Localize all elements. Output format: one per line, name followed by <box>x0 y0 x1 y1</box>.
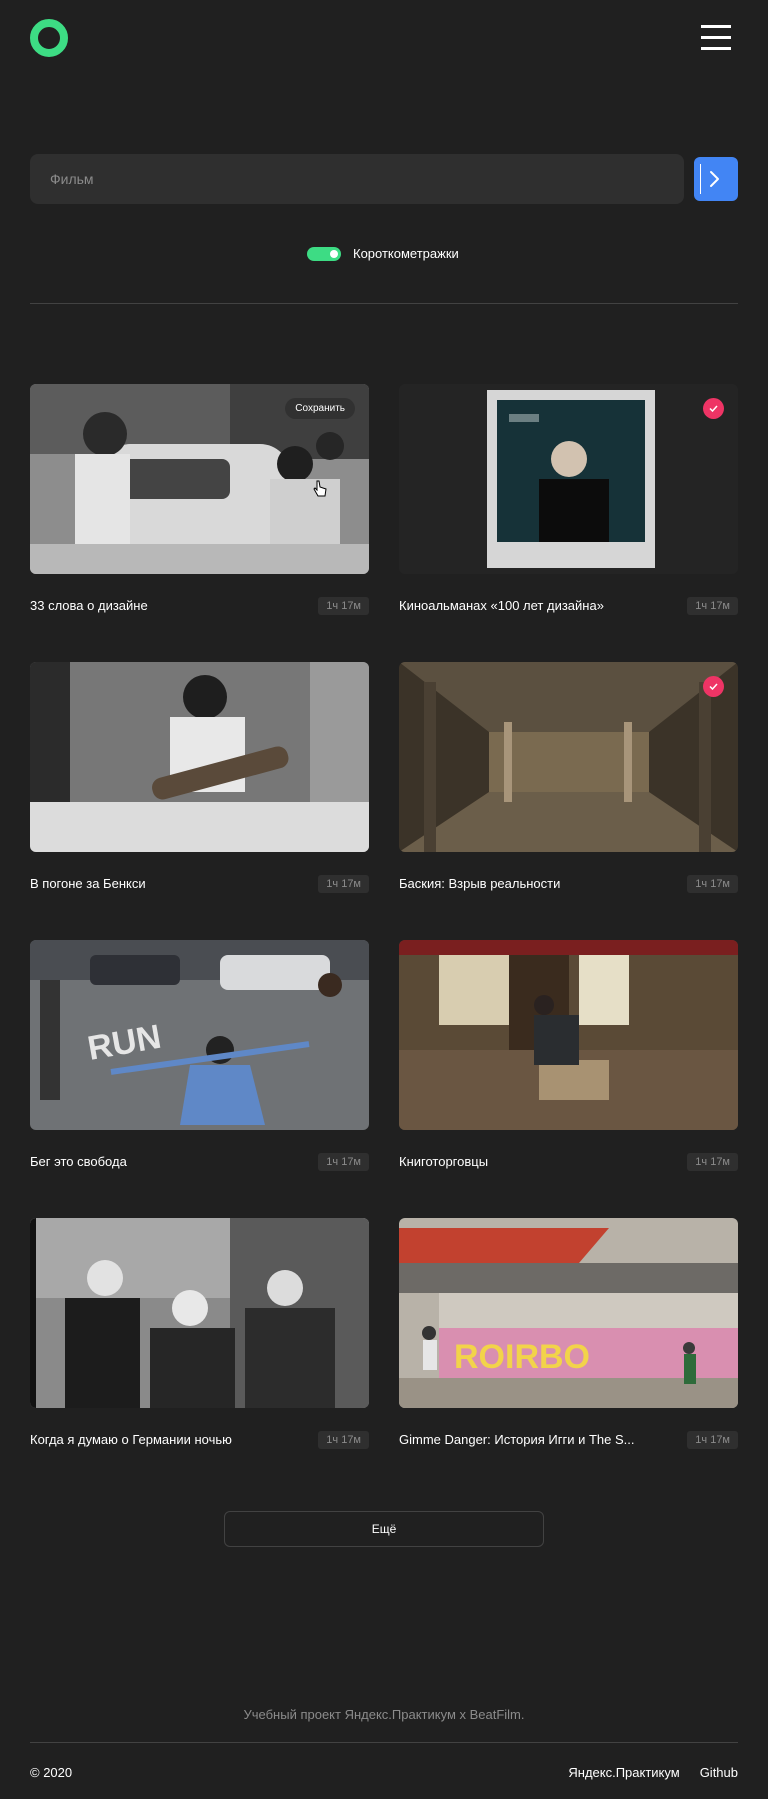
movie-card: Когда я думаю о Германии ночью 1ч 17м <box>30 1218 369 1449</box>
movie-duration: 1ч 17м <box>687 1431 738 1449</box>
movie-card: ROIRBO Gimme Danger: История Игги и The … <box>399 1218 738 1449</box>
search-button[interactable] <box>694 157 738 201</box>
search-button-divider <box>700 164 701 194</box>
saved-badge[interactable] <box>703 676 724 697</box>
movie-duration: 1ч 17м <box>318 1153 369 1171</box>
movie-card: Книготорговцы 1ч 17м <box>399 940 738 1171</box>
footer-link-practicum[interactable]: Яндекс.Практикум <box>568 1765 679 1780</box>
movie-thumbnail[interactable]: Сохранить <box>30 384 369 574</box>
movie-thumbnail[interactable] <box>399 662 738 852</box>
movie-duration: 1ч 17м <box>318 597 369 615</box>
movie-poster-image <box>30 662 369 852</box>
shorts-toggle-label: Короткометражки <box>353 246 459 261</box>
movie-thumbnail[interactable]: RUN <box>30 940 369 1130</box>
movie-thumbnail[interactable]: ROIRBO <box>399 1218 738 1408</box>
movie-poster-image: ROIRBO <box>399 1218 738 1408</box>
movie-title: 33 слова о дизайне <box>30 598 148 613</box>
movie-card: RUN Бег это свобода 1ч 17м <box>30 940 369 1171</box>
svg-text:ROIRBO: ROIRBO <box>454 1338 590 1376</box>
shorts-toggle[interactable] <box>307 247 341 261</box>
movie-thumbnail[interactable] <box>399 384 738 574</box>
save-button[interactable]: Сохранить <box>285 398 355 419</box>
search-input[interactable] <box>30 154 684 204</box>
movie-title: Gimme Danger: История Игги и The S... <box>399 1432 635 1447</box>
movie-poster-image <box>399 662 738 852</box>
movie-title: В погоне за Бенкси <box>30 876 146 891</box>
movie-thumbnail[interactable] <box>399 940 738 1130</box>
movie-thumbnail[interactable] <box>30 662 369 852</box>
movie-thumbnail[interactable] <box>30 1218 369 1408</box>
movie-poster-image <box>30 1218 369 1408</box>
check-icon <box>709 405 718 412</box>
footer-link-github[interactable]: Github <box>700 1765 738 1780</box>
movie-duration: 1ч 17м <box>687 875 738 893</box>
movie-title: Бег это свобода <box>30 1154 127 1169</box>
movie-poster-image: RUN <box>30 940 369 1130</box>
movie-title: Баския: Взрыв реальности <box>399 876 561 891</box>
footer-divider <box>30 1742 738 1743</box>
hamburger-menu-icon[interactable] <box>701 25 731 50</box>
cursor-hand-icon <box>313 480 327 497</box>
movie-card: Сохранить 33 слова о дизайне 1ч 17м <box>30 384 369 615</box>
toggle-knob <box>330 250 338 258</box>
footer-note: Учебный проект Яндекс.Практикум х BeatFi… <box>243 1707 525 1722</box>
movie-title: Киноальманах «100 лет дизайна» <box>399 598 604 613</box>
saved-badge[interactable] <box>703 398 724 419</box>
movie-card: В погоне за Бенкси 1ч 17м <box>30 662 369 893</box>
movie-duration: 1ч 17м <box>318 1431 369 1449</box>
movie-duration: 1ч 17м <box>687 1153 738 1171</box>
footer-links: Яндекс.Практикум Github <box>568 1765 738 1780</box>
movie-poster-image <box>399 384 738 574</box>
movie-title: Когда я думаю о Германии ночью <box>30 1432 232 1447</box>
movie-title: Книготорговцы <box>399 1154 489 1169</box>
footer-copyright: © 2020 <box>30 1765 73 1780</box>
movie-poster-image <box>399 940 738 1130</box>
logo-icon[interactable] <box>30 19 68 57</box>
load-more-button[interactable]: Ещё <box>224 1511 544 1547</box>
movie-card: Баския: Взрыв реальности 1ч 17м <box>399 662 738 893</box>
check-icon <box>709 683 718 690</box>
movie-card: Киноальманах «100 лет дизайна» 1ч 17м <box>399 384 738 615</box>
movie-duration: 1ч 17м <box>318 875 369 893</box>
movie-duration: 1ч 17м <box>687 597 738 615</box>
chevron-right-icon <box>710 171 719 187</box>
search-divider <box>30 303 738 304</box>
